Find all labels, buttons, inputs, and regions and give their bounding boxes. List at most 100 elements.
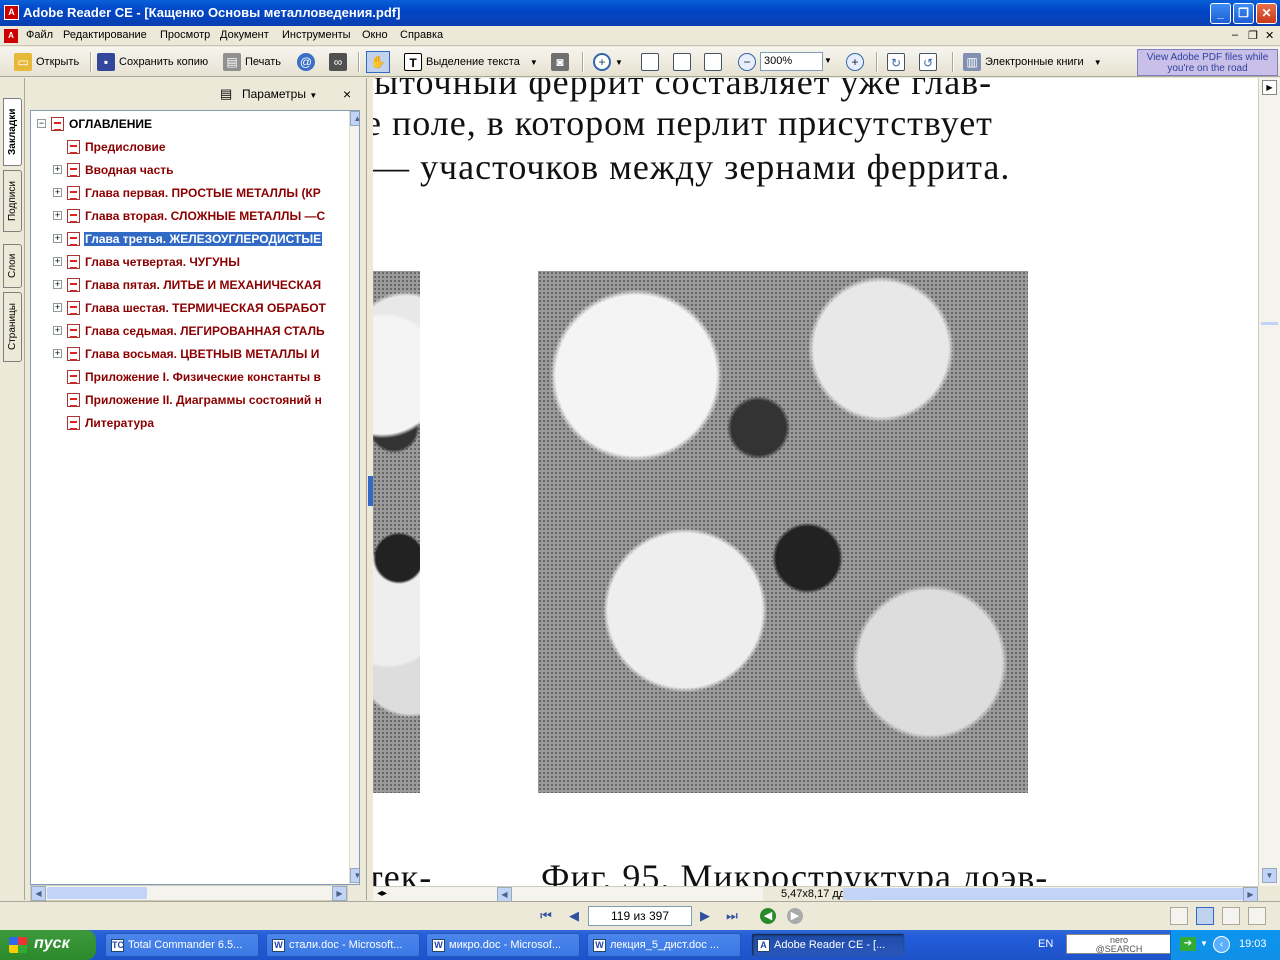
tray-app-icon[interactable]: ➔ (1180, 937, 1196, 951)
bookmark-item[interactable]: + Глава первая. ПРОСТЫЕ МЕТАЛЛЫ (КР (31, 183, 359, 203)
fit-page-button[interactable] (673, 51, 695, 73)
continuous-view-icon[interactable] (1196, 907, 1214, 925)
language-indicator[interactable]: EN (1038, 938, 1053, 950)
continuous-facing-view-icon[interactable] (1248, 907, 1266, 925)
print-button[interactable]: ▤ Печать (223, 51, 281, 73)
expand-icon[interactable]: + (53, 165, 62, 174)
menu-view[interactable]: Просмотр (160, 29, 210, 41)
zoom-in-tool-button[interactable]: + ▼ (593, 51, 623, 73)
tab-bookmarks[interactable]: Закладки (3, 98, 22, 166)
bookmark-item[interactable]: + Вводная часть (31, 160, 359, 180)
expand-icon[interactable]: + (53, 257, 62, 266)
minimize-button[interactable]: _ (1210, 3, 1231, 24)
menu-edit[interactable]: Редактирование (63, 29, 147, 41)
tab-pages[interactable]: Страницы (3, 292, 22, 362)
scroll-down-arrow[interactable]: ▼ (1262, 868, 1277, 883)
go-back-icon[interactable]: ◀ (760, 908, 776, 924)
email-button[interactable]: @ (297, 51, 319, 73)
taskbar-button[interactable]: Wмикро.doc - Microsof... (426, 933, 580, 957)
tree-vertical-scrollbar[interactable]: ▲ ▼ (349, 111, 359, 884)
bookmark-item[interactable]: Литература (31, 413, 359, 433)
clock[interactable]: 19:03 (1239, 938, 1267, 950)
next-page-icon[interactable]: ▶ (697, 908, 713, 924)
single-page-view-icon[interactable] (1170, 907, 1188, 925)
hand-tool-button[interactable]: ✋ (366, 51, 390, 73)
chevron-down-icon[interactable]: ▼ (1094, 58, 1102, 67)
menu-window[interactable]: Окно (362, 29, 388, 41)
menu-file[interactable]: Файл (26, 29, 53, 41)
doc-close-icon[interactable]: ✕ (1265, 29, 1274, 42)
doc-minimize-icon[interactable]: – (1232, 29, 1238, 41)
chevron-down-icon[interactable]: ▼ (530, 58, 538, 67)
bookmark-item[interactable]: + Глава четвертая. ЧУГУНЫ (31, 252, 359, 272)
options-dropdown[interactable]: Параметры ▼ (242, 87, 317, 101)
doc-restore-icon[interactable]: ❐ (1248, 29, 1258, 42)
bookmark-item[interactable]: Приложение II. Диаграммы состояний н (31, 390, 359, 410)
zoom-out-button[interactable]: − (738, 51, 760, 73)
scroll-right-arrow[interactable]: ▶ (1243, 887, 1258, 902)
scroll-up-arrow[interactable]: ▶ (1262, 80, 1277, 95)
search-button[interactable]: ∞ (329, 51, 351, 73)
open-button[interactable]: ▭ Открыть (14, 51, 79, 73)
expand-icon[interactable]: + (53, 234, 62, 243)
rotate-clockwise-button[interactable]: ↻ (887, 51, 909, 73)
bookmark-item[interactable]: + Глава третья. ЖЕЛЕЗОУГЛЕРОДИСТЫЕ (31, 229, 359, 249)
fit-width-button[interactable] (704, 51, 726, 73)
nero-search-box[interactable]: nero @SEARCH (1066, 934, 1172, 954)
zoom-level-input[interactable]: 300% (760, 52, 823, 71)
save-copy-button[interactable]: ▪ Сохранить копию (97, 51, 208, 73)
expand-icon[interactable]: + (53, 211, 62, 220)
scroll-up-arrow[interactable]: ▲ (350, 111, 359, 126)
tab-layers[interactable]: Слои (3, 244, 22, 288)
menu-tools[interactable]: Инструменты (282, 29, 351, 41)
start-button[interactable]: пуск (0, 930, 96, 960)
expand-icon[interactable]: + (53, 349, 62, 358)
taskbar-button[interactable]: A Adobe Reader CE - [... (751, 933, 905, 957)
scroll-thumb[interactable] (843, 888, 1253, 900)
close-button[interactable]: ✕ (1256, 3, 1277, 24)
chevron-down-icon[interactable]: ▼ (615, 58, 623, 67)
maximize-button[interactable]: ❐ (1233, 3, 1254, 24)
expand-icon[interactable]: + (53, 303, 62, 312)
scroll-left-arrow[interactable]: ◀ (31, 886, 46, 901)
splitter-handle-icon[interactable]: ◂▸ (377, 888, 387, 899)
bookmark-item[interactable]: + Глава вторая. СЛОЖНЫЕ МЕТАЛЛЫ —С (31, 206, 359, 226)
select-text-button[interactable]: T Выделение текста ▼ (404, 51, 538, 73)
document-view[interactable]: рыточный феррит составляет уже глав- е п… (373, 78, 1258, 886)
go-forward-icon[interactable]: ▶ (787, 908, 803, 924)
document-icon[interactable]: A (4, 29, 18, 43)
zoom-dropdown-icon[interactable]: ▼ (824, 56, 832, 65)
tree-horizontal-scrollbar[interactable]: ◀ ▶ (30, 885, 348, 901)
page-number-input[interactable]: 119 из 397 (588, 906, 692, 926)
snapshot-button[interactable]: ◙ (551, 51, 573, 73)
rotate-counterclockwise-button[interactable]: ↺ (919, 51, 941, 73)
taskbar-button[interactable]: Wлекция_5_дист.doc ... (587, 933, 741, 957)
actual-size-button[interactable] (641, 51, 663, 73)
show-hidden-icons-icon[interactable]: ‹ (1213, 936, 1230, 953)
tab-signatures[interactable]: Подписи (3, 170, 22, 232)
scroll-down-arrow[interactable]: ▼ (350, 868, 359, 883)
scroll-right-arrow[interactable]: ▶ (332, 886, 347, 901)
first-page-icon[interactable]: ⏮ (538, 908, 554, 924)
expand-icon[interactable]: + (53, 280, 62, 289)
tray-menu-icon[interactable]: ▼ (1200, 939, 1208, 948)
bookmark-root[interactable]: − ОГЛАВЛЕНИЕ (31, 114, 359, 134)
last-page-icon[interactable]: ⏭ (724, 908, 740, 924)
panel-splitter[interactable] (366, 78, 373, 900)
bookmark-item[interactable]: Приложение I. Физические константы в (31, 367, 359, 387)
previous-page-icon[interactable]: ◀ (566, 908, 582, 924)
expand-icon[interactable]: + (53, 326, 62, 335)
scroll-thumb[interactable] (47, 887, 147, 899)
ebooks-button[interactable]: ▥ Электронные книги ▼ (963, 51, 1102, 73)
expand-icon[interactable]: + (53, 188, 62, 197)
bookmark-item[interactable]: + Глава седьмая. ЛЕГИРОВАННАЯ СТАЛЬ (31, 321, 359, 341)
taskbar-button[interactable]: Wстали.doc - Microsoft... (266, 933, 420, 957)
facing-view-icon[interactable] (1222, 907, 1240, 925)
document-vertical-scrollbar[interactable]: ▶ ▼ (1258, 78, 1280, 886)
menu-document[interactable]: Документ (220, 29, 269, 41)
panel-close-icon[interactable]: × (343, 86, 351, 102)
bookmark-item[interactable]: + Глава шестая. ТЕРМИЧЕСКАЯ ОБРАБОТ (31, 298, 359, 318)
scroll-thumb[interactable] (1261, 322, 1278, 325)
scroll-left-arrow[interactable]: ◀ (497, 887, 512, 902)
zoom-in-button[interactable]: + (846, 51, 868, 73)
